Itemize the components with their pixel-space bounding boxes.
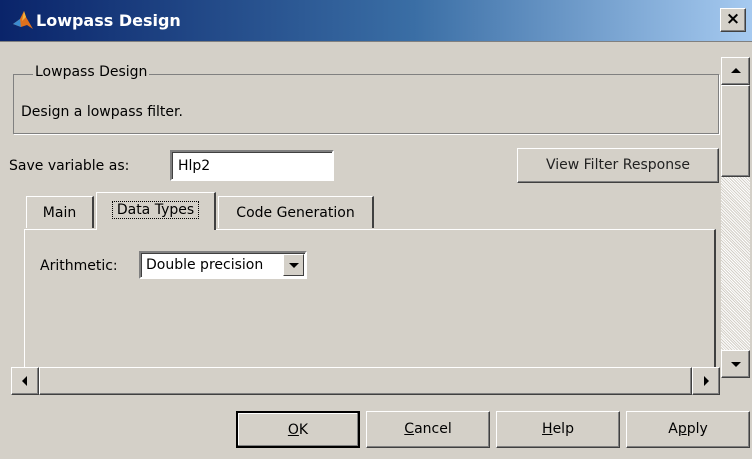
cancel-label-rest: ancel — [414, 421, 452, 437]
data-types-panel — [24, 229, 716, 367]
tab-data-types-label: Data Types — [111, 201, 200, 219]
help-label-rest: elp — [552, 421, 574, 437]
view-filter-response-button[interactable]: View Filter Response — [517, 148, 719, 183]
ok-label-rest: K — [298, 422, 309, 438]
help-button[interactable]: Help — [496, 411, 620, 448]
arithmetic-dropdown-button[interactable] — [283, 254, 304, 276]
horizontal-scroll-thumb[interactable] — [39, 367, 692, 395]
apply-button[interactable]: Apply — [626, 411, 750, 448]
group-description: Design a lowpass filter. — [21, 104, 183, 120]
cancel-mnemonic: C — [404, 421, 415, 437]
arithmetic-value: Double precision — [146, 257, 264, 273]
ok-button[interactable]: OK — [236, 411, 360, 448]
apply-mnemonic: p — [677, 421, 687, 437]
scroll-left-button[interactable] — [11, 367, 39, 395]
help-mnemonic: H — [542, 421, 553, 437]
apply-label-rest: ply — [686, 421, 708, 437]
arrow-left-icon — [22, 376, 27, 386]
save-variable-label: Save variable as: — [9, 158, 130, 174]
chevron-down-icon — [288, 263, 299, 268]
arrow-right-icon — [704, 376, 709, 386]
matlab-logo-icon — [12, 9, 34, 33]
apply-label-first: A — [668, 421, 678, 437]
arrow-up-icon — [730, 68, 741, 73]
tab-data-types[interactable]: Data Types — [96, 192, 216, 230]
group-legend: Lowpass Design — [33, 64, 150, 80]
ok-mnemonic: O — [287, 422, 299, 438]
horizontal-scrollbar[interactable] — [11, 367, 720, 395]
tab-main-label: Main — [42, 205, 77, 221]
scroll-down-button[interactable] — [721, 350, 750, 378]
cancel-button[interactable]: Cancel — [366, 411, 490, 448]
window-title: Lowpass Design — [36, 11, 181, 30]
title-bar: Lowpass Design × — [0, 0, 752, 42]
vertical-scroll-thumb[interactable] — [721, 85, 750, 177]
tab-code-generation[interactable]: Code Generation — [218, 196, 374, 228]
vertical-scrollbar[interactable] — [721, 57, 750, 378]
close-icon: × — [725, 9, 741, 29]
arithmetic-label: Arithmetic: — [40, 258, 118, 274]
scroll-up-button[interactable] — [721, 57, 750, 85]
close-button[interactable]: × — [720, 8, 746, 32]
tab-main[interactable]: Main — [26, 196, 94, 228]
save-variable-input[interactable] — [170, 150, 334, 181]
scroll-right-button[interactable] — [692, 367, 720, 395]
arrow-down-icon — [730, 362, 741, 367]
tab-code-generation-label: Code Generation — [236, 205, 355, 221]
arithmetic-select[interactable]: Double precision — [139, 251, 307, 279]
